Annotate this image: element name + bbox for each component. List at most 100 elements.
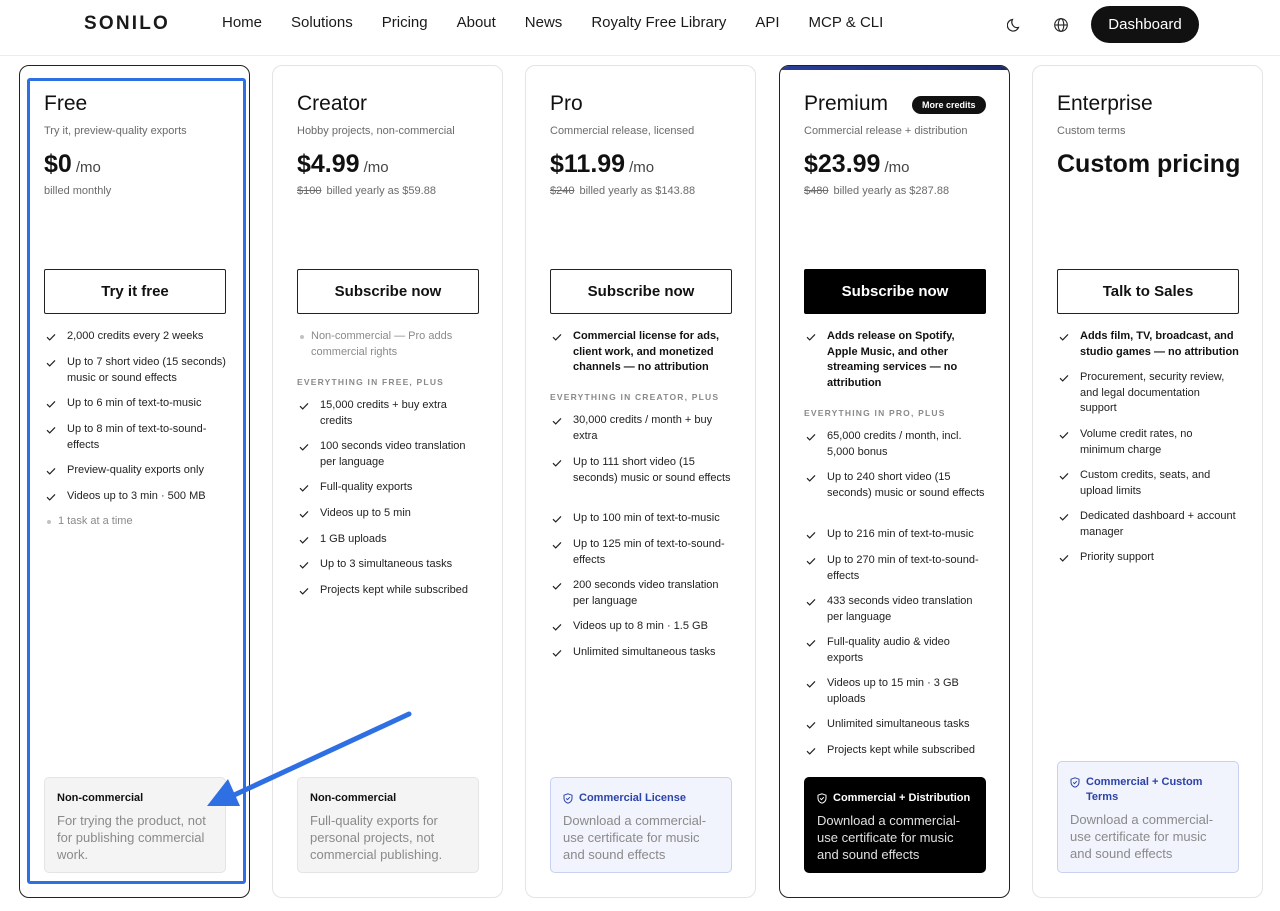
check-icon (46, 467, 56, 475)
check-icon (552, 459, 562, 467)
feature-highlight: Adds release on Spotify, Apple Music, an… (804, 329, 986, 391)
plan-price: $4.99/mo (297, 150, 389, 178)
feature-item: Up to 240 short video (15 seconds) music… (804, 470, 986, 501)
check-icon (552, 541, 562, 549)
nav-mcp-cli[interactable]: MCP & CLI (809, 14, 884, 31)
plan-price: Custom pricing (1057, 150, 1241, 178)
moon-icon[interactable] (1006, 16, 1024, 34)
check-icon (552, 623, 562, 631)
feature-item: 1 GB uploads (297, 532, 479, 548)
check-icon (299, 536, 309, 544)
feature-highlight: Adds film, TV, broadcast, and studio gam… (1057, 329, 1239, 360)
plan-subtitle: Try it, preview-quality exports (44, 125, 187, 137)
logo[interactable]: SONILO (84, 13, 170, 35)
feature-item: Projects kept while subscribed (804, 743, 986, 759)
check-icon (1059, 431, 1069, 439)
check-icon (1059, 333, 1069, 341)
feature-item: 200 seconds video translation per langua… (550, 578, 732, 609)
license-box: Non-commercial For trying the product, n… (44, 777, 226, 873)
check-icon (1059, 374, 1069, 382)
feature-item: Up to 270 min of text-to-sound-effects (804, 553, 986, 584)
feature-item: Videos up to 3 min · 500 MB (44, 489, 226, 505)
nav-royalty-free-library[interactable]: Royalty Free Library (591, 14, 726, 31)
feature-item: Full-quality audio & video exports (804, 635, 986, 666)
plan-card-premium: Premium More credits Commercial release … (779, 65, 1010, 898)
feature-item: Custom credits, seats, and upload limits (1057, 468, 1239, 499)
nav-home[interactable]: Home (222, 14, 262, 31)
check-icon (299, 402, 309, 410)
check-icon (46, 400, 56, 408)
plan-name: Free (44, 92, 88, 115)
license-title: Commercial + Distribution (817, 791, 973, 806)
feature-item: Videos up to 5 min (297, 506, 479, 522)
try-it-free-button[interactable]: Try it free (44, 269, 226, 314)
feature-item: Up to 6 min of text-to-music (44, 396, 226, 412)
check-icon (552, 649, 562, 657)
subscribe-now-button[interactable]: Subscribe now (804, 269, 986, 314)
license-box: Non-commercial Full-quality exports for … (297, 777, 479, 873)
nav-news[interactable]: News (525, 14, 563, 31)
check-icon (806, 598, 816, 606)
subscribe-now-button[interactable]: Subscribe now (550, 269, 732, 314)
bullet-dot-icon (47, 520, 51, 524)
license-box: Commercial + Custom Terms Download a com… (1057, 761, 1239, 873)
feature-item: Up to 216 min of text-to-music (804, 527, 986, 543)
check-icon (806, 333, 816, 341)
check-icon (806, 639, 816, 647)
license-description: Full-quality exports for personal projec… (310, 813, 443, 862)
subscribe-now-button[interactable]: Subscribe now (297, 269, 479, 314)
license-description: Download a commercial-use certificate fo… (1070, 812, 1214, 861)
feature-item: Up to 111 short video (15 seconds) music… (550, 455, 732, 486)
feature-item: Up to 8 min of text-to-sound-effects (44, 422, 226, 453)
feature-item: Volume credit rates, no minimum charge (1057, 427, 1239, 458)
globe-icon[interactable] (1052, 16, 1070, 34)
feature-item: 100 seconds video translation per langua… (297, 439, 479, 470)
more-credits-badge: More credits (912, 96, 986, 114)
feature-item: 65,000 credits / month, incl. 5,000 bonu… (804, 429, 986, 460)
check-icon (806, 680, 816, 688)
plan-card-pro: Pro Commercial release, licensed $11.99/… (525, 65, 756, 898)
feature-item: Videos up to 8 min · 1.5 GB (550, 619, 732, 635)
main-nav: Home Solutions Pricing About News Royalt… (222, 14, 883, 31)
feature-highlight: Commercial license for ads, client work,… (550, 329, 732, 376)
section-label: EVERYTHING IN CREATOR, PLUS (550, 392, 720, 402)
license-box: Commercial + Distribution Download a com… (804, 777, 986, 873)
billing-note: $480 billed yearly as $287.88 (804, 185, 950, 197)
feature-item: Up to 125 min of text-to-sound-effects (550, 537, 732, 568)
plan-card-creator: Creator Hobby projects, non-commercial $… (272, 65, 503, 898)
license-description: Download a commercial-use certificate fo… (563, 813, 707, 862)
feature-item: Full-quality exports (297, 480, 479, 496)
billing-note: billed monthly (44, 185, 112, 197)
shield-icon (563, 793, 573, 804)
plan-subtitle: Hobby projects, non-commercial (297, 125, 455, 137)
nav-solutions[interactable]: Solutions (291, 14, 353, 31)
plan-price: $11.99/mo (550, 150, 655, 178)
nav-pricing[interactable]: Pricing (382, 14, 428, 31)
plan-subtitle: Custom terms (1057, 125, 1126, 137)
check-icon (806, 474, 816, 482)
plan-name: Premium (804, 92, 889, 115)
license-box: Commercial License Download a commercial… (550, 777, 732, 873)
talk-to-sales-button[interactable]: Talk to Sales (1057, 269, 1239, 314)
feature-item: 2,000 credits every 2 weeks (44, 329, 226, 345)
feature-item: Procurement, security review, and legal … (1057, 370, 1239, 417)
license-title: Non-commercial (57, 792, 144, 804)
feature-item: Unlimited simultaneous tasks (550, 645, 732, 661)
license-title: Non-commercial (310, 792, 397, 804)
shield-icon (1070, 777, 1080, 788)
dashboard-button[interactable]: Dashboard (1091, 6, 1199, 43)
nav-api[interactable]: API (755, 14, 779, 31)
plan-price: $23.99/mo (804, 150, 910, 178)
license-description: For trying the product, not for publishi… (57, 813, 206, 862)
check-icon (552, 582, 562, 590)
plan-price: $0/mo (44, 150, 101, 178)
feature-item: Unlimited simultaneous tasks (804, 717, 986, 733)
check-icon (46, 359, 56, 367)
top-nav-bar: SONILO Home Solutions Pricing About News… (0, 0, 1280, 56)
billing-note: $100 billed yearly as $59.88 (297, 185, 436, 197)
feature-item: Priority support (1057, 550, 1239, 566)
check-icon (806, 433, 816, 441)
nav-about[interactable]: About (457, 14, 496, 31)
check-icon (806, 531, 816, 539)
feature-item: Videos up to 15 min · 3 GB uploads (804, 676, 986, 707)
